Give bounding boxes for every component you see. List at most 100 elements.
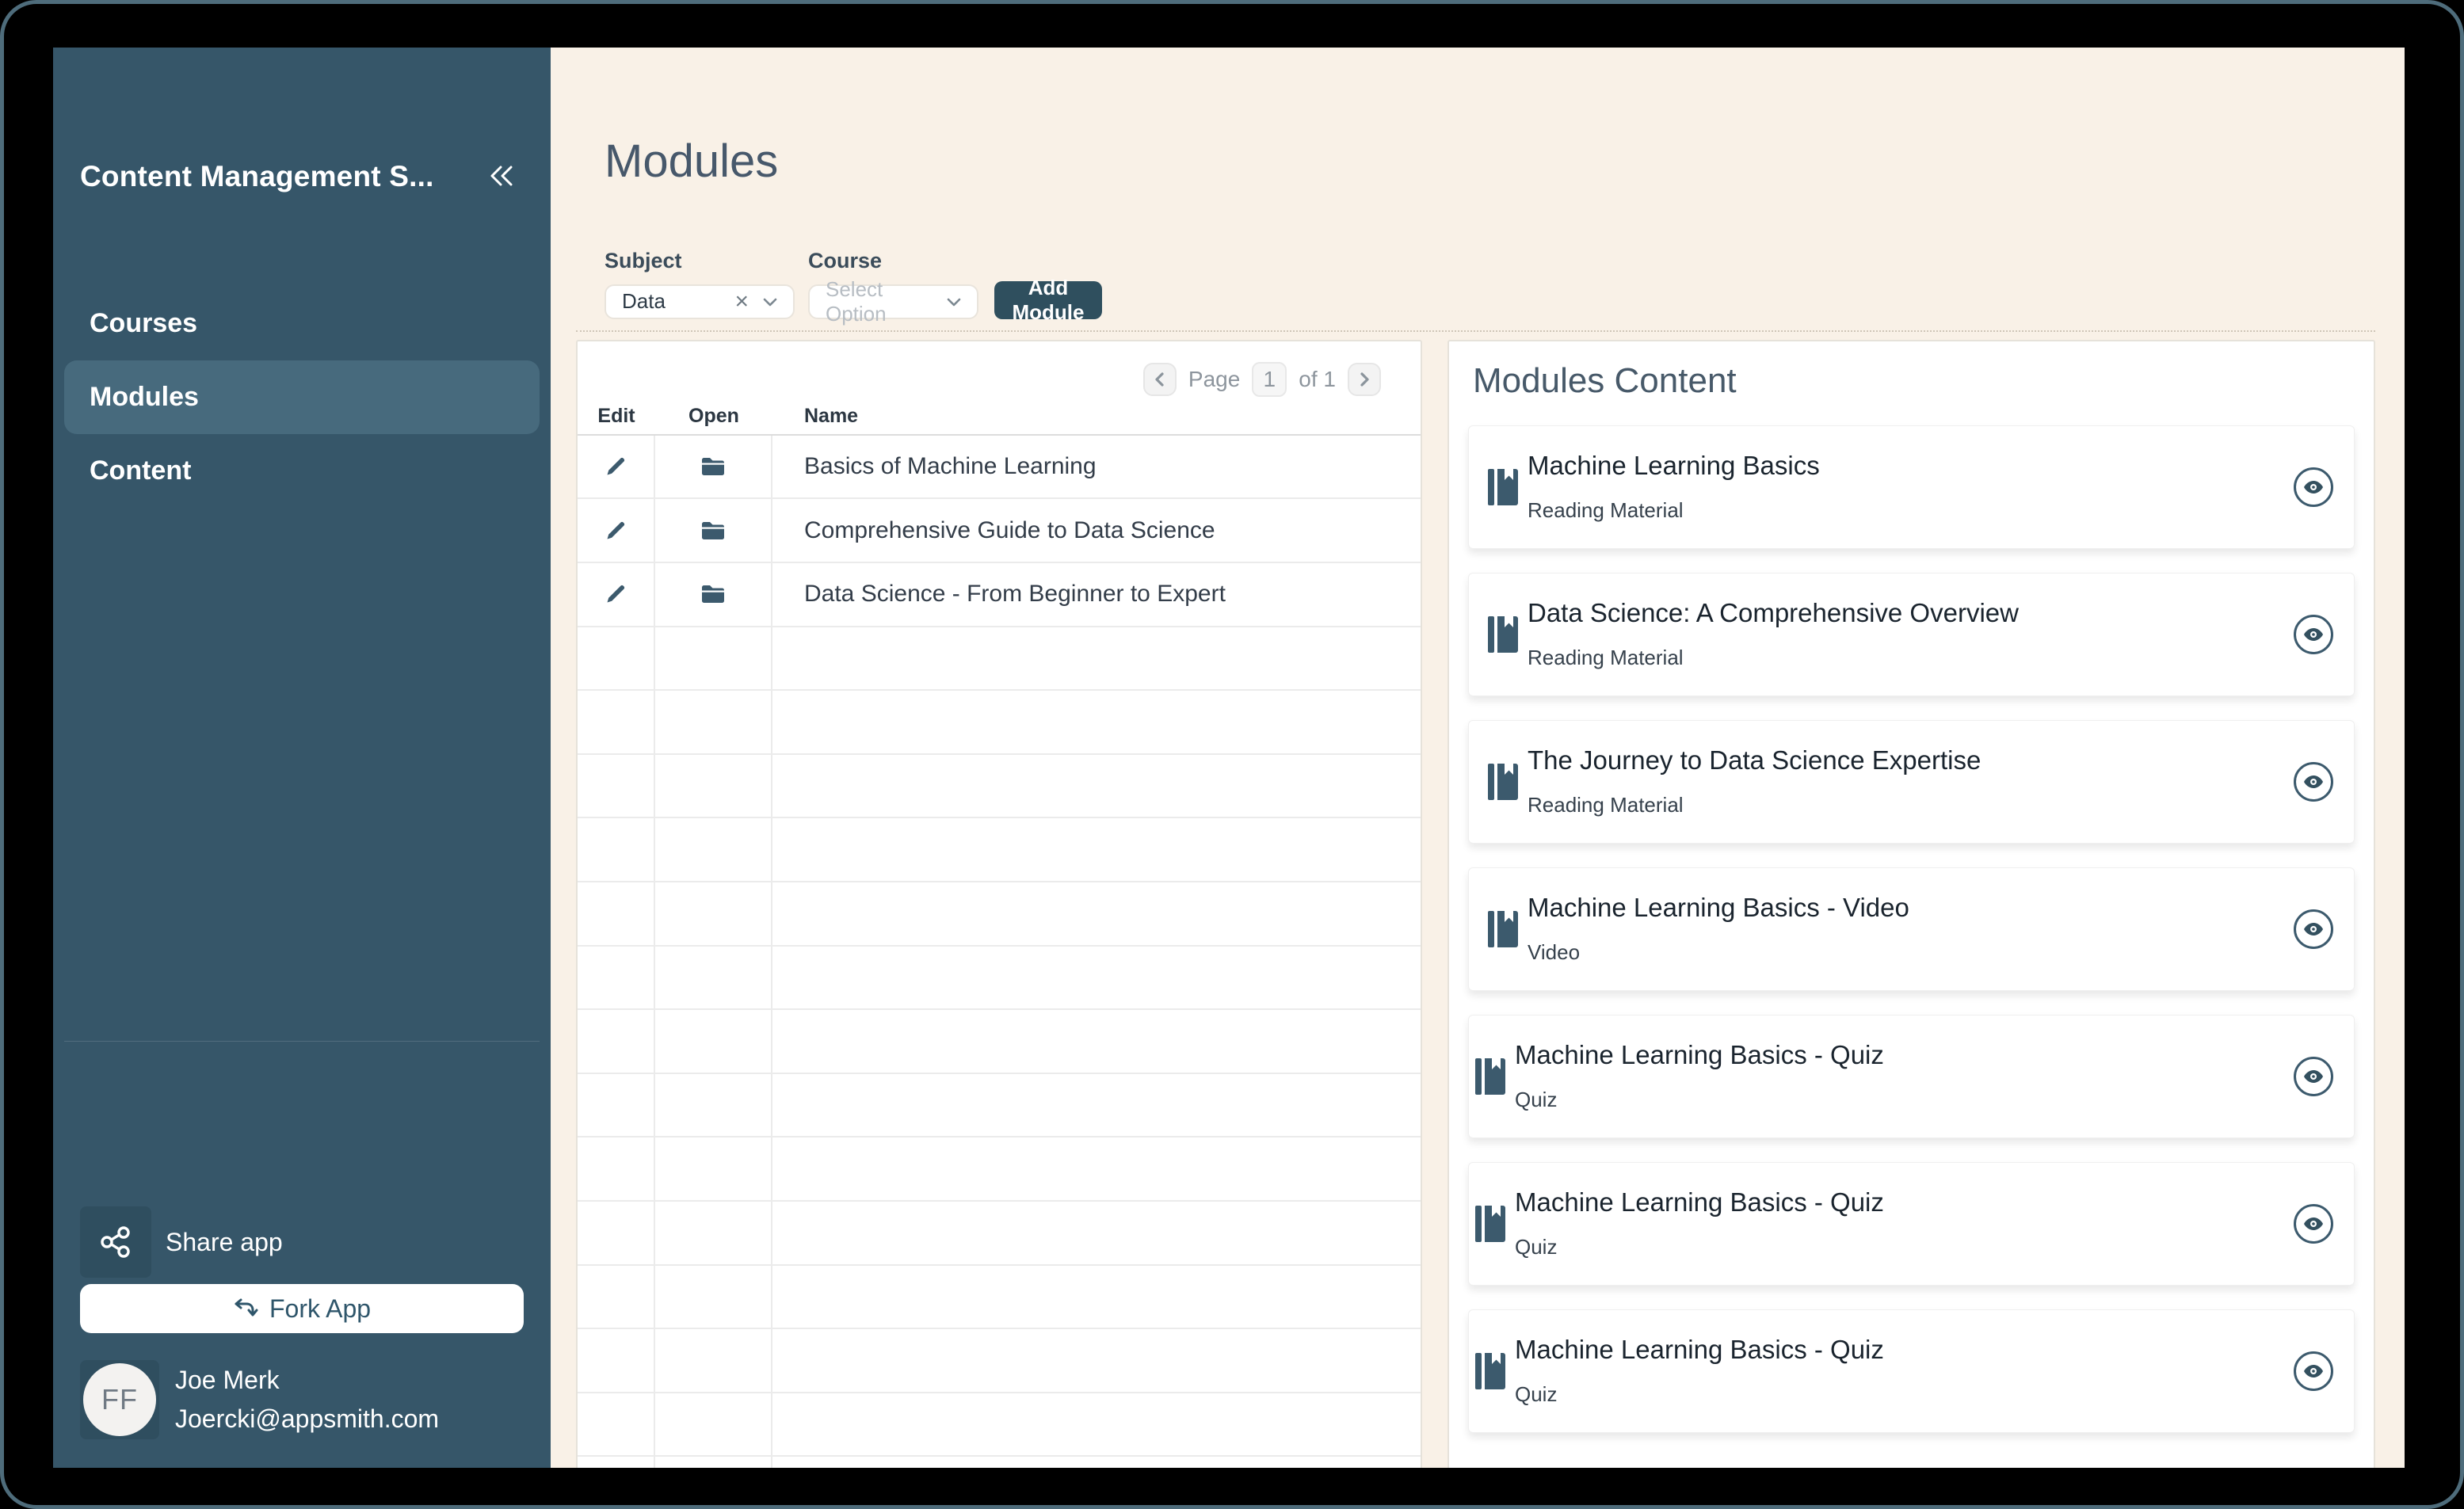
open-cell (655, 499, 772, 562)
empty-table-row[interactable] (578, 947, 1421, 1011)
view-content-button[interactable] (2294, 467, 2333, 507)
sidebar-footer: Share app Fork App FF Joe Merk (53, 1206, 551, 1468)
page-number-input[interactable]: 1 (1252, 362, 1287, 397)
card-title: Machine Learning Basics (1528, 451, 1820, 481)
edit-cell (578, 627, 655, 690)
share-icon (98, 1225, 133, 1259)
book-icon (1488, 616, 1518, 653)
empty-table-row[interactable] (578, 1202, 1421, 1266)
sidebar-header: Content Management S... (80, 158, 519, 193)
content-card[interactable]: Machine Learning Basics - Video Video (1468, 867, 2355, 991)
chevron-down-icon[interactable] (760, 292, 780, 312)
row-name (772, 882, 1421, 945)
content-card[interactable]: Machine Learning Basics Reading Material (1468, 425, 2355, 549)
row-name (772, 1074, 1421, 1137)
fork-app-button[interactable]: Fork App (80, 1284, 524, 1333)
row-name (772, 1393, 1421, 1456)
card-title: The Journey to Data Science Expertise (1528, 745, 1981, 775)
open-cell (655, 882, 772, 945)
view-content-button[interactable] (2294, 762, 2333, 802)
row-name (772, 1137, 1421, 1200)
avatar-tile: FF (80, 1360, 159, 1439)
content-card[interactable]: Machine Learning Basics - Quiz Quiz (1468, 1309, 2355, 1433)
empty-table-row[interactable] (578, 882, 1421, 947)
folder-icon[interactable] (700, 455, 726, 478)
empty-table-row[interactable] (578, 1329, 1421, 1393)
table-row[interactable]: Data Science - From Beginner to Expert (578, 563, 1421, 627)
empty-table-row[interactable] (578, 691, 1421, 755)
row-name (772, 1202, 1421, 1264)
row-name (772, 691, 1421, 753)
open-cell (655, 1393, 772, 1456)
folder-icon[interactable] (700, 520, 726, 542)
view-content-button[interactable] (2294, 1351, 2333, 1391)
sidebar-item-label: Content (90, 455, 191, 486)
double-chevron-left-icon (485, 159, 518, 192)
pencil-icon[interactable] (605, 455, 627, 478)
empty-table-row[interactable] (578, 627, 1421, 692)
chevron-right-icon (1354, 369, 1375, 390)
empty-table-row[interactable] (578, 755, 1421, 819)
view-content-button[interactable] (2294, 909, 2333, 949)
empty-table-row[interactable] (578, 1074, 1421, 1138)
clear-selection-icon[interactable]: × (734, 290, 749, 314)
fork-app-label: Fork App (269, 1294, 371, 1324)
empty-table-row[interactable] (578, 1457, 1421, 1468)
empty-table-row[interactable] (578, 1010, 1421, 1074)
column-header-edit: Edit (578, 405, 655, 428)
book-icon (1475, 1353, 1505, 1389)
edit-cell (578, 1010, 655, 1073)
empty-table-row[interactable] (578, 818, 1421, 882)
eye-icon (2302, 1065, 2325, 1088)
edit-cell (578, 818, 655, 881)
content-card[interactable]: Machine Learning Basics - Quiz Quiz (1468, 1162, 2355, 1286)
collapse-sidebar-button[interactable] (484, 158, 519, 193)
row-name (772, 1329, 1421, 1392)
folder-icon[interactable] (700, 583, 726, 605)
pencil-icon[interactable] (605, 520, 627, 542)
eye-icon (2302, 1360, 2325, 1382)
subject-filter-group: Subject Data × (605, 249, 795, 319)
empty-table-row[interactable] (578, 1266, 1421, 1330)
card-title: Machine Learning Basics - Quiz (1515, 1040, 1884, 1070)
user-menu[interactable]: FF Joe Merk Joercki@appsmith.com (80, 1360, 524, 1439)
app-window: Content Management S... Courses Modules … (53, 48, 2405, 1468)
chevron-down-icon[interactable] (944, 292, 964, 312)
chevron-left-icon (1150, 369, 1170, 390)
sidebar-item-courses[interactable]: Courses (64, 287, 540, 360)
share-app-button[interactable]: Share app (80, 1206, 524, 1278)
course-select[interactable]: Select Option (808, 284, 978, 319)
open-cell (655, 1329, 772, 1392)
open-cell (655, 755, 772, 817)
fork-icon (233, 1296, 258, 1321)
empty-table-row[interactable] (578, 1137, 1421, 1202)
subject-select[interactable]: Data × (605, 284, 795, 319)
card-type: Quiz (1515, 1088, 1884, 1112)
book-icon (1488, 911, 1518, 947)
view-content-button[interactable] (2294, 1057, 2333, 1096)
table-row[interactable]: Basics of Machine Learning (578, 436, 1421, 500)
content-card[interactable]: The Journey to Data Science Expertise Re… (1468, 720, 2355, 844)
edit-cell (578, 947, 655, 1009)
add-module-button[interactable]: Add Module (994, 281, 1102, 319)
content-card[interactable]: Data Science: A Comprehensive Overview R… (1468, 573, 2355, 696)
sidebar-item-content[interactable]: Content (64, 434, 540, 508)
course-label: Course (808, 249, 978, 273)
open-cell (655, 1202, 772, 1264)
pencil-icon[interactable] (605, 583, 627, 605)
next-page-button[interactable] (1348, 363, 1381, 396)
view-content-button[interactable] (2294, 615, 2333, 654)
edit-cell (578, 1266, 655, 1328)
view-content-button[interactable] (2294, 1204, 2333, 1244)
sidebar-item-modules[interactable]: Modules (64, 360, 540, 434)
table-header: Edit Open Name (578, 405, 1421, 436)
empty-table-row[interactable] (578, 1393, 1421, 1458)
content-card[interactable]: Machine Learning Basics - Quiz Quiz (1468, 1015, 2355, 1138)
previous-page-button[interactable] (1143, 363, 1177, 396)
edit-cell (578, 1393, 655, 1456)
open-cell (655, 691, 772, 753)
table-row[interactable]: Comprehensive Guide to Data Science (578, 499, 1421, 563)
page-label: Page (1188, 367, 1240, 392)
app-title: Content Management S... (80, 162, 434, 191)
card-title: Data Science: A Comprehensive Overview (1528, 598, 2019, 628)
